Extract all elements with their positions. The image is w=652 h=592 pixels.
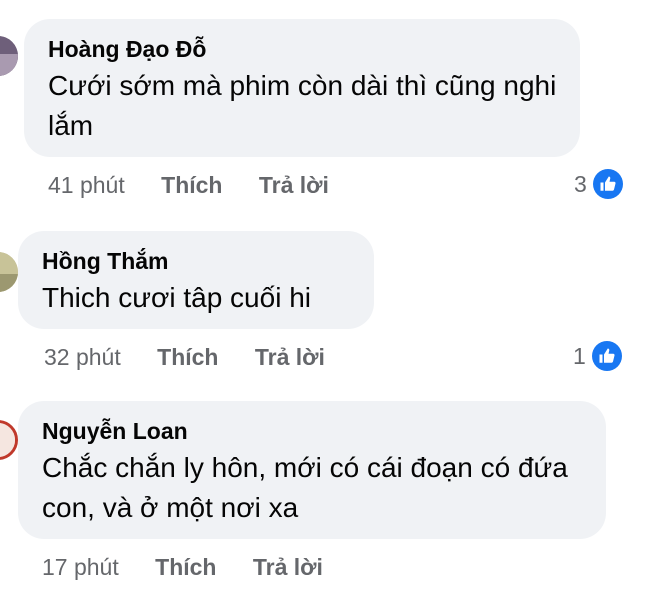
reaction-count: 3	[574, 170, 587, 197]
reaction-summary[interactable]: 3	[574, 168, 623, 200]
comment-author[interactable]: Nguyễn Loan	[42, 417, 584, 445]
comment-time[interactable]: 41 phút	[48, 172, 125, 198]
comment-bubble: Nguyễn Loan Chắc chắn ly hôn, mới có cái…	[18, 401, 606, 539]
avatar[interactable]	[0, 420, 18, 460]
avatar-image-icon	[0, 423, 15, 457]
avatar-image-icon	[0, 36, 18, 76]
reply-button[interactable]: Trả lời	[255, 344, 325, 370]
reaction-count: 1	[573, 342, 586, 369]
reply-button[interactable]: Trả lời	[259, 172, 329, 198]
comment-author[interactable]: Hồng Thắm	[42, 247, 352, 275]
comment-meta: 17 phút Thích Trả lời	[42, 553, 323, 581]
like-icon	[591, 341, 622, 371]
like-button[interactable]: Thích	[155, 554, 216, 580]
comment-text: Thich cươi tâp cuối hi	[42, 282, 311, 313]
comment-text: Chắc chắn ly hôn, mới có cái đoạn có đứa…	[42, 452, 568, 523]
like-button[interactable]: Thích	[157, 344, 218, 370]
reaction-summary[interactable]: 1	[573, 340, 622, 372]
comment-bubble: Hồng Thắm Thich cươi tâp cuối hi	[18, 231, 374, 329]
comment-text: Cưới sớm mà phim còn dài thì cũng nghi l…	[48, 70, 557, 141]
comment-meta: 41 phút Thích Trả lời	[48, 171, 329, 199]
comment-bubble: Hoàng Đạo Đỗ Cưới sớm mà phim còn dài th…	[24, 19, 580, 157]
avatar[interactable]	[0, 252, 18, 292]
avatar[interactable]	[0, 36, 18, 76]
comment-time[interactable]: 32 phút	[44, 344, 121, 370]
reply-button[interactable]: Trả lời	[253, 554, 323, 580]
comment-meta: 32 phút Thích Trả lời	[44, 343, 325, 371]
comment-author[interactable]: Hoàng Đạo Đỗ	[48, 35, 558, 63]
like-button[interactable]: Thích	[161, 172, 222, 198]
comment-time[interactable]: 17 phút	[42, 554, 119, 580]
like-icon	[592, 169, 623, 199]
avatar-image-icon	[0, 252, 18, 292]
